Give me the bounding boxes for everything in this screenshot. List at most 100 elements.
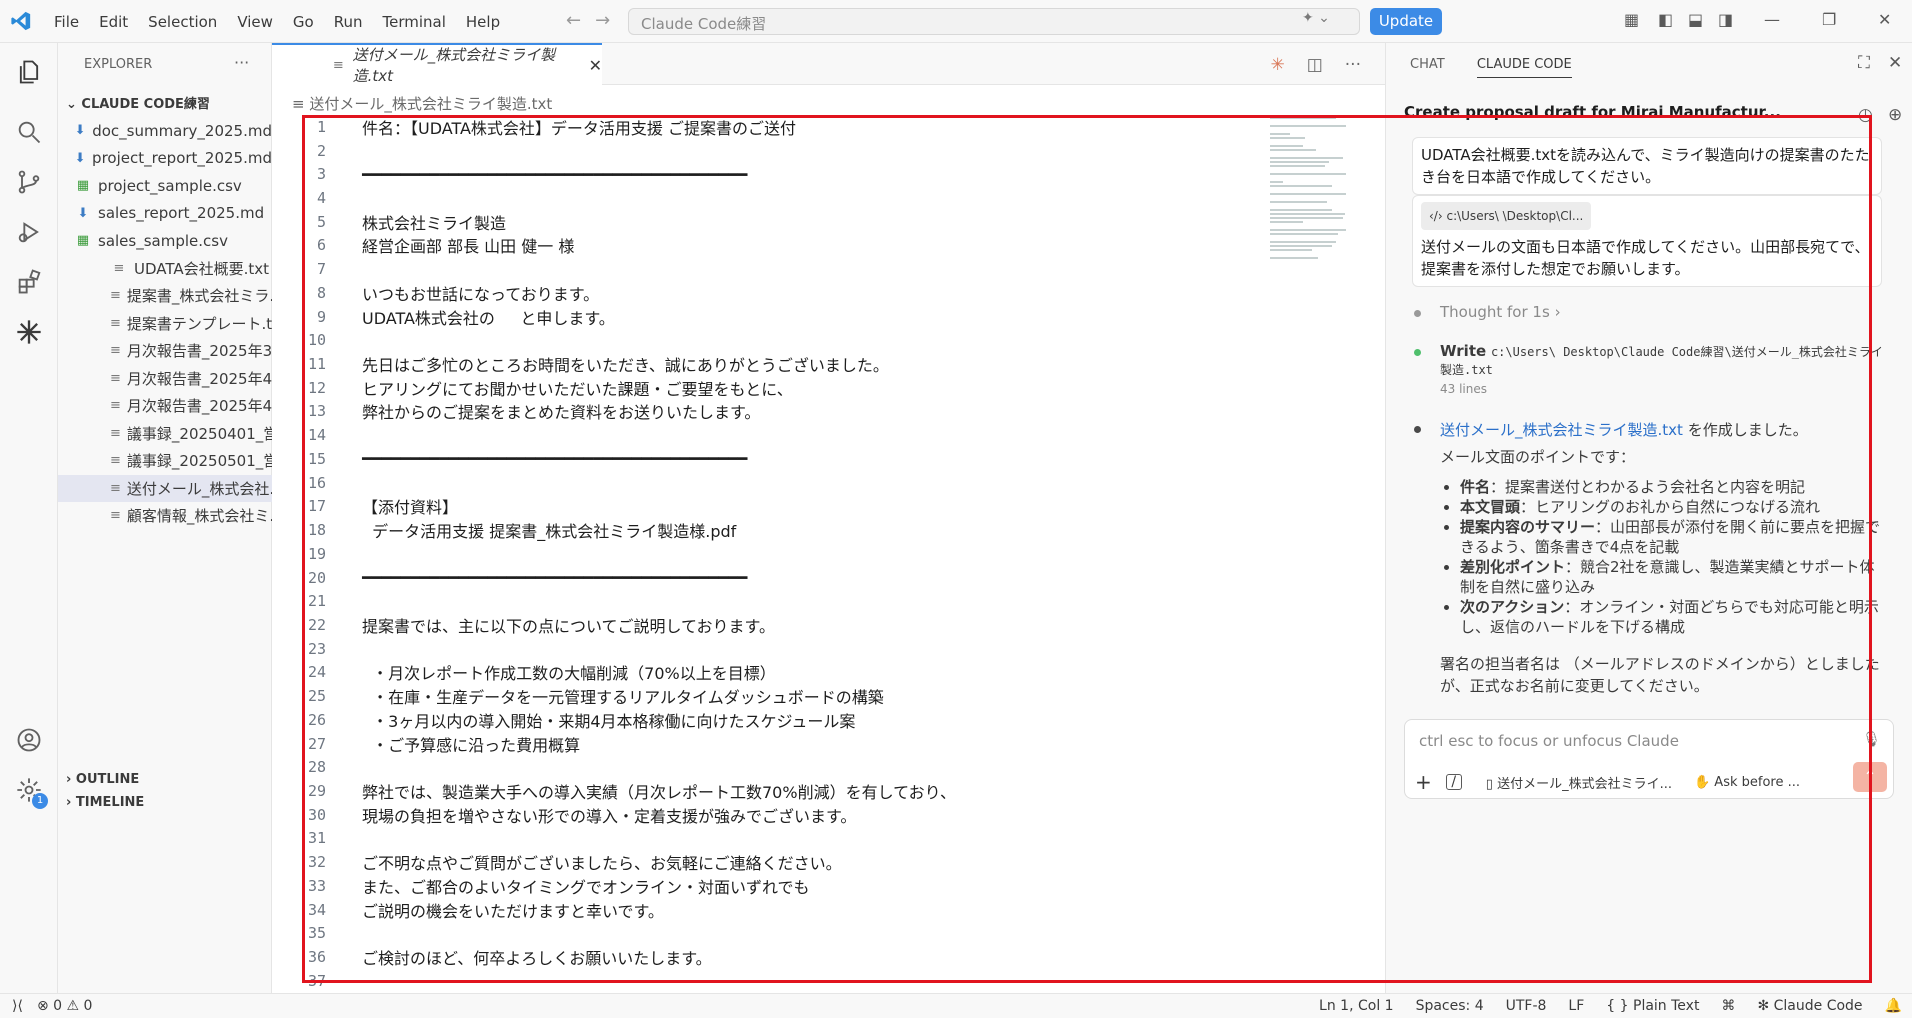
code-line[interactable]: 9 UDATA株式会社の と申します。 xyxy=(272,305,1385,329)
menu-item-edit[interactable]: Edit xyxy=(99,13,128,31)
send-button[interactable]: ↑ xyxy=(1853,762,1887,792)
file-item[interactable]: ≡ 月次報告書_2025年4... xyxy=(58,392,272,420)
forward-arrow-icon[interactable]: → xyxy=(595,10,624,31)
file-item[interactable]: ▦ sales_sample.csv xyxy=(58,227,272,255)
code-line[interactable]: 32 ご不明な点やご質問がございましたら、お気軽にご連絡ください。 xyxy=(272,850,1385,874)
result-file-link[interactable]: 送付メール_株式会社ミライ製造.txt xyxy=(1440,421,1683,439)
minimize-icon[interactable]: — xyxy=(1764,10,1780,29)
code-line[interactable]: 29 弊社では、製造業大手への導入実績（月次レポート工数70%削減）を有しており、 xyxy=(272,779,1385,803)
tab-chat[interactable]: CHAT xyxy=(1410,57,1445,72)
code-line[interactable]: 15 ━━━━━━━━━━━━━━━━━━━━━━━━━━━━━━━━━━━━━━… xyxy=(272,447,1385,471)
eol[interactable]: LF xyxy=(1568,998,1584,1014)
file-item[interactable]: ⬇ project_report_2025.md xyxy=(58,145,272,173)
claude-icon[interactable] xyxy=(12,315,46,349)
menu-item-help[interactable]: Help xyxy=(466,13,500,31)
session-title[interactable]: Create proposal draft for Mirai Manufact… xyxy=(1404,103,1844,121)
workspace-folder[interactable]: ⌄ CLAUDE CODE練習 xyxy=(66,93,210,112)
run-debug-icon[interactable] xyxy=(12,215,46,249)
chat-input[interactable]: ctrl esc to focus or unfocus Claude xyxy=(1419,732,1679,750)
code-line[interactable]: 33 また、ご都合のよいタイミングでオンライン・対面いずれでも xyxy=(272,874,1385,898)
code-editor[interactable]: 1 件名：【UDATA株式会社】データ活用支援 ご提案書のご送付 2 3 ━━━━━━━… xyxy=(272,115,1385,993)
restore-icon[interactable]: ❐ xyxy=(1822,10,1836,29)
mode-selector[interactable]: ✋ Ask before ... xyxy=(1694,775,1800,790)
layout-icon[interactable]: ▦ xyxy=(1624,10,1639,29)
add-context-icon[interactable]: + xyxy=(1415,770,1432,794)
code-line[interactable]: 24 ・月次レポート作成工数の大幅削減（70%以上を目標） xyxy=(272,661,1385,685)
cursor-position[interactable]: Ln 1, Col 1 xyxy=(1319,998,1394,1014)
file-item[interactable]: ≡ 提案書_株式会社ミラ... xyxy=(58,282,272,310)
code-line[interactable]: 11 先日はご多忙のところお時間をいただき、誠にありがとうございました。 xyxy=(272,352,1385,376)
tab-claude-code[interactable]: CLAUDE CODE xyxy=(1476,57,1572,78)
code-line[interactable]: 14 xyxy=(272,423,1385,447)
code-line[interactable]: 26 ・3ヶ月以内の導入開始・来期4月本格稼働に向けたスケジュール案 xyxy=(272,708,1385,732)
thought-step[interactable]: Thought for 1s › xyxy=(1414,303,1561,321)
code-line[interactable]: 1 件名：【UDATA株式会社】データ活用支援 ご提案書のご送付 xyxy=(272,115,1385,139)
extensions-icon[interactable] xyxy=(12,265,46,299)
more-actions-icon[interactable]: ··· xyxy=(234,53,249,72)
code-line[interactable]: 17 【添付資料】 xyxy=(272,495,1385,519)
editor-more-icon[interactable]: ··· xyxy=(1345,55,1361,75)
copilot-icon[interactable]: ✦ ⌄ xyxy=(1302,10,1356,32)
code-line[interactable]: 3 ━━━━━━━━━━━━━━━━━━━━━━━━━━━━━━━━━━━━━━━… xyxy=(272,162,1385,186)
write-step[interactable]: Write c:\Users\ Desktop\Claude Code練習\送付… xyxy=(1414,342,1884,396)
encoding[interactable]: UTF-8 xyxy=(1506,998,1547,1014)
claude-status[interactable]: ✻ Claude Code xyxy=(1757,998,1862,1014)
file-item[interactable]: ⬇ doc_summary_2025.md xyxy=(58,117,272,145)
code-line[interactable]: 8 いつもお世話になっております。 xyxy=(272,281,1385,305)
file-item[interactable]: ≡ 議事録_20250501_営... xyxy=(58,447,272,475)
close-window-icon[interactable]: ✕ xyxy=(1878,10,1891,29)
code-line[interactable]: 28 xyxy=(272,755,1385,779)
maximize-panel-icon[interactable]: ⛶ xyxy=(1858,53,1870,73)
menu-item-selection[interactable]: Selection xyxy=(148,13,217,31)
input-file-chip[interactable]: ▯ 送付メール_株式会社ミライ... xyxy=(1486,773,1672,792)
chat-input-box[interactable]: ctrl esc to focus or unfocus Claude 🎙 + … xyxy=(1404,719,1894,799)
code-line[interactable]: 6 経営企画部 部長 山田 健一 様 xyxy=(272,234,1385,258)
history-icon[interactable]: ◷ xyxy=(1858,105,1873,125)
outline-section[interactable]: › OUTLINE xyxy=(66,772,139,787)
code-line[interactable]: 31 xyxy=(272,827,1385,851)
file-item[interactable]: ⬇ sales_report_2025.md xyxy=(58,200,272,228)
problems-indicator[interactable]: ⊗ 0 ⚠ 0 xyxy=(37,998,93,1014)
claude-action-icon[interactable]: ✳ xyxy=(1270,55,1284,75)
menu-item-view[interactable]: View xyxy=(237,13,273,31)
command-center-search[interactable]: Claude Code練習 xyxy=(628,8,1360,35)
close-panel-icon[interactable]: ✕ xyxy=(1888,53,1902,73)
code-line[interactable]: 27 ・ご予算感に沿った費用概算 xyxy=(272,732,1385,756)
copilot-status-icon[interactable]: ⌘ xyxy=(1721,998,1735,1014)
new-chat-icon[interactable]: ⊕ xyxy=(1888,105,1902,125)
account-icon[interactable] xyxy=(12,723,46,757)
menu-item-terminal[interactable]: Terminal xyxy=(383,13,446,31)
code-line[interactable]: 4 xyxy=(272,186,1385,210)
file-context-chip[interactable]: ‹/› c:\Users\ \Desktop\Cl... xyxy=(1421,202,1592,230)
toggle-panel-icon[interactable]: ⬓ xyxy=(1688,10,1703,29)
file-item[interactable]: ▦ project_sample.csv xyxy=(58,172,272,200)
timeline-section[interactable]: › TIMELINE xyxy=(66,795,144,810)
menu-item-run[interactable]: Run xyxy=(334,13,363,31)
nav-arrows[interactable]: ←→ xyxy=(566,10,624,31)
minimap[interactable] xyxy=(1270,115,1346,259)
split-editor-icon[interactable]: ◫ xyxy=(1307,55,1323,75)
code-line[interactable]: 13 弊社からのご提案をまとめた資料をお送りいたします。 xyxy=(272,400,1385,424)
menu-item-file[interactable]: File xyxy=(54,13,79,31)
tab-mail-file[interactable]: ≡ 送付メール_株式会社ミライ製造.txt ✕ xyxy=(272,43,602,85)
toggle-sidebar-icon[interactable]: ◧ xyxy=(1658,10,1673,29)
code-line[interactable]: 20 ━━━━━━━━━━━━━━━━━━━━━━━━━━━━━━━━━━━━━━… xyxy=(272,566,1385,590)
indentation[interactable]: Spaces: 4 xyxy=(1416,998,1484,1014)
remote-icon[interactable]: ⟩⟨ xyxy=(12,998,23,1014)
code-line[interactable]: 22 提案書では、主に以下の点についてご説明しております。 xyxy=(272,613,1385,637)
code-line[interactable]: 5 株式会社ミライ製造 xyxy=(272,210,1385,234)
code-line[interactable]: 21 xyxy=(272,589,1385,613)
code-line[interactable]: 34 ご説明の機会をいただけますと幸いです。 xyxy=(272,898,1385,922)
code-line[interactable]: 18 データ活用支援 提案書_株式会社ミライ製造様.pdf xyxy=(272,518,1385,542)
code-line[interactable]: 37 xyxy=(272,969,1385,993)
file-item[interactable]: ≡ 月次報告書_2025年4... xyxy=(58,365,272,393)
file-item[interactable]: ≡ 送付メール_株式会社... xyxy=(58,474,272,502)
explorer-icon[interactable] xyxy=(12,55,46,89)
file-item[interactable]: ≡ 月次報告書_2025年3... xyxy=(58,337,272,365)
code-line[interactable]: 36 ご検討のほど、何卒よろしくお願いいたします。 xyxy=(272,945,1385,969)
file-item[interactable]: ≡ UDATA会社概要.txt xyxy=(58,255,272,283)
code-line[interactable]: 25 ・在庫・生産データを一元管理するリアルタイムダッシュボードの構築 xyxy=(272,684,1385,708)
breadcrumb[interactable]: ≡ 送付メール_株式会社ミライ製造.txt xyxy=(292,93,552,114)
file-item[interactable]: ≡ 顧客情報_株式会社ミ... xyxy=(58,502,272,530)
code-line[interactable]: 2 xyxy=(272,139,1385,163)
